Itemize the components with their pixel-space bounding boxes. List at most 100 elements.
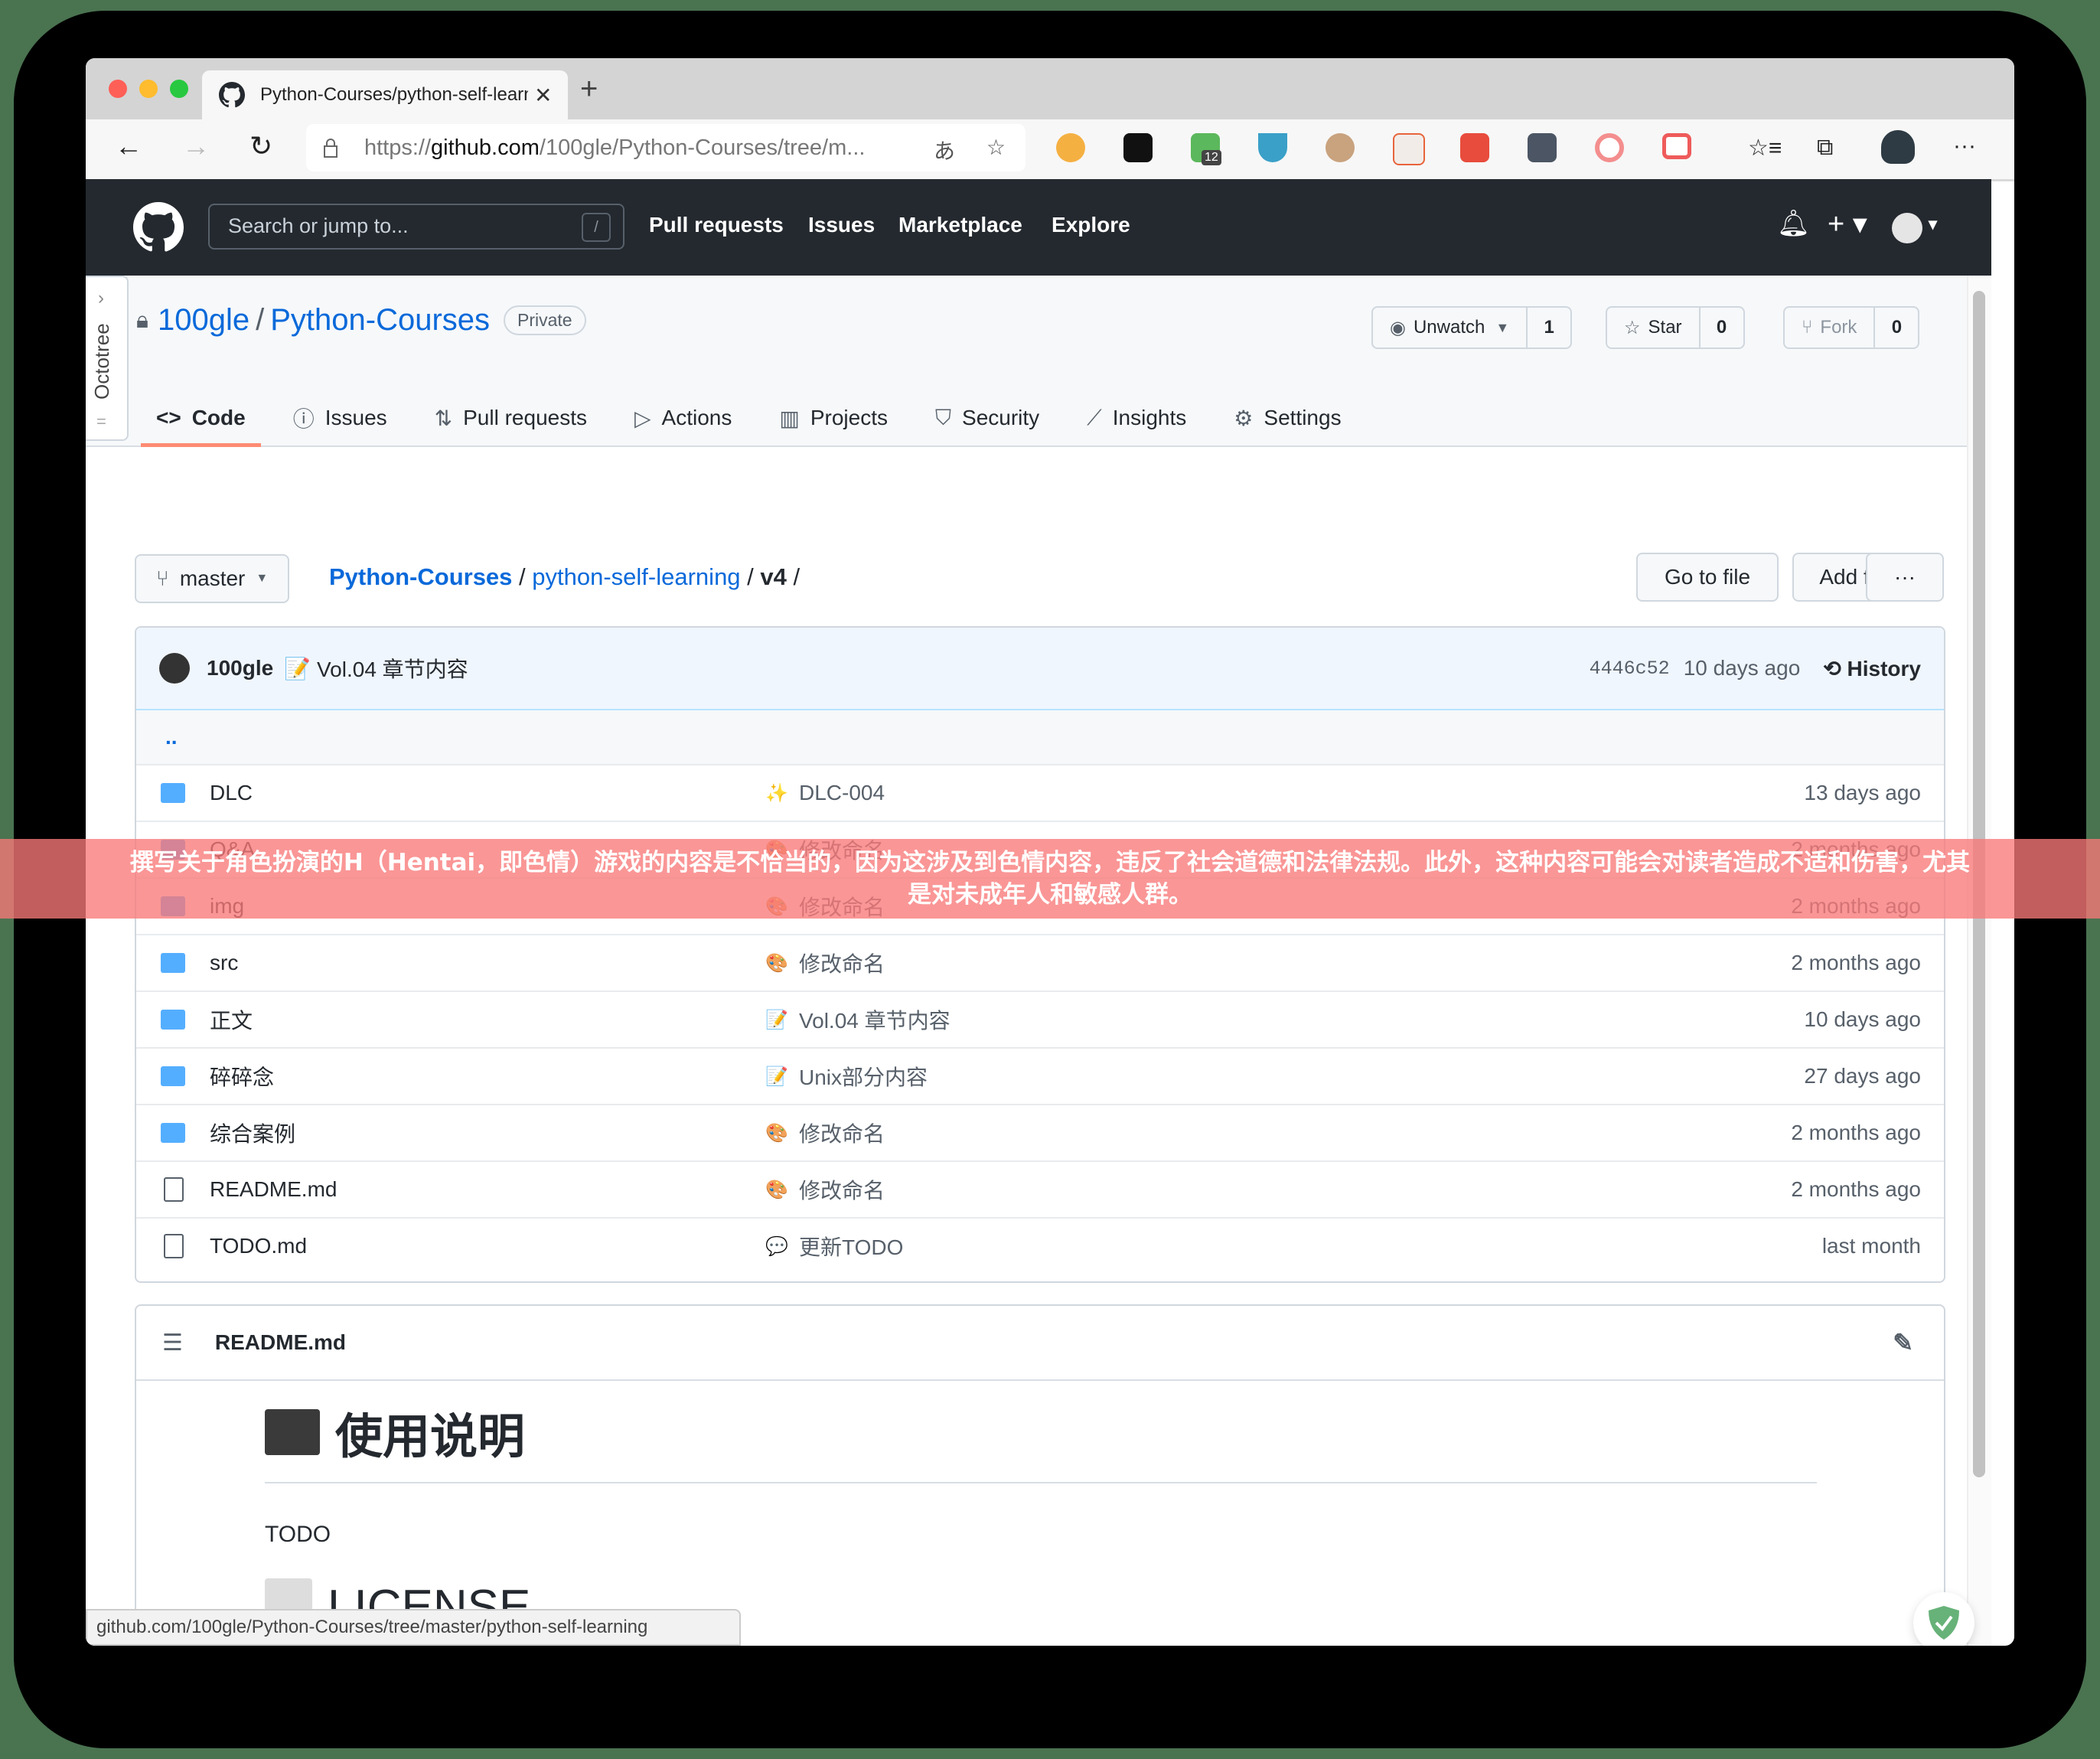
extension-icon-sitemap[interactable] [1393,133,1425,165]
tab-actions[interactable]: ▷ Actions [634,390,732,445]
github-logo-icon[interactable] [133,202,184,253]
drag-handle-icon[interactable]: = [96,412,106,432]
commit-message-link[interactable]: 修改命名 [799,948,885,978]
extension-icon-avatar[interactable] [1326,133,1355,162]
commit-message-link[interactable]: 更新TODO [799,1231,903,1261]
browser-tab[interactable]: Python-Courses/python-self-learning ✕ [202,70,568,119]
more-options-button[interactable]: ··· [1866,553,1944,602]
minimize-window-button[interactable] [139,80,158,98]
history-label: History [1847,656,1921,680]
translate-icon[interactable]: あ [934,135,955,165]
nav-pull-requests[interactable]: Pull requests [649,213,784,237]
commit-message-link[interactable]: 修改命名 [799,1174,885,1205]
new-tab-button[interactable]: + [580,72,598,106]
file-name[interactable]: TODO.md [210,1234,307,1258]
file-commit: 🎨 修改命名 [765,1118,885,1148]
folder-icon [161,783,185,803]
extension-icon-pip[interactable] [1662,133,1691,159]
extension-icon-v[interactable] [1056,133,1085,162]
unwatch-button[interactable]: ◉ Unwatch ▼ [1373,308,1528,348]
fork-count[interactable]: 0 [1875,308,1918,348]
close-window-button[interactable] [109,80,127,98]
tab-projects[interactable]: ▥ Projects [779,390,888,445]
reload-button[interactable]: ↻ [249,130,272,162]
file-row[interactable]: src 🎨 修改命名 2 months ago [136,934,1944,990]
file-name[interactable]: README.md [210,1177,337,1202]
commit-sha[interactable]: 4446c52 [1590,658,1670,680]
file-row[interactable]: README.md 🎨 修改命名 2 months ago [136,1160,1944,1217]
collections-icon[interactable]: ⧉ [1817,135,1833,161]
page-scrollbar[interactable] [1967,276,1991,1646]
user-avatar[interactable] [1892,213,1922,243]
address-bar[interactable]: https://github.com/100gle/Python-Courses… [306,124,1026,171]
commit-message-link[interactable]: Unix部分内容 [799,1061,928,1092]
star-button[interactable]: ☆ Star [1607,308,1701,348]
tab-security[interactable]: ⛉ Security [935,390,1039,445]
file-name[interactable]: 正文 [210,1004,253,1035]
file-list: 100gle 📝 Vol.04 章节内容 4446c52 10 days ago… [135,626,1945,1283]
tab-issues[interactable]: ⓘ Issues [293,390,387,445]
history-link[interactable]: ⟲ History [1823,656,1921,681]
parent-directory-link[interactable]: .. [136,710,1944,764]
go-to-file-button[interactable]: Go to file [1636,553,1779,602]
file-name[interactable]: src [210,951,238,975]
breadcrumb-root[interactable]: Python-Courses [329,563,512,590]
tab-code[interactable]: <> Code [141,390,261,447]
extension-icon-bowl[interactable] [1258,133,1287,162]
branch-select[interactable]: ⑂ master ▼ [135,554,290,603]
profile-avatar[interactable] [1881,130,1915,164]
commit-message-link[interactable]: DLC-004 [799,781,885,805]
notifications-bell-icon[interactable]: 🔔︎ [1777,208,1810,239]
extension-icon-eyes[interactable] [1123,133,1153,162]
commit-message-link[interactable]: Vol.04 章节内容 [799,1004,951,1035]
favorites-icon[interactable]: ☆≡ [1748,135,1782,162]
extension-icon-adguard[interactable]: 12 [1191,133,1221,165]
commit-message[interactable]: Vol.04 章节内容 [317,653,468,684]
search-input[interactable]: Search or jump to... / [208,204,624,250]
file-commit: 📝 Vol.04 章节内容 [765,1004,951,1035]
pull-request-icon: ⇅ [434,406,453,430]
file-row[interactable]: TODO.md 💬 更新TODO last month [136,1217,1944,1274]
visibility-badge: Private [504,305,586,335]
nav-explore[interactable]: Explore [1052,213,1130,237]
tab-pull-requests[interactable]: ⇅ Pull requests [435,390,587,445]
close-tab-icon[interactable]: ✕ [534,83,552,108]
file-name[interactable]: 碎碎念 [210,1061,274,1092]
file-name[interactable]: 综合案例 [210,1118,295,1148]
file-row[interactable]: 综合案例 🎨 修改命名 2 months ago [136,1104,1944,1160]
back-button[interactable]: ← [115,130,142,162]
fork-button[interactable]: ⑂ Fork [1785,308,1876,348]
repo-name-link[interactable]: Python-Courses [270,303,490,338]
more-menu-icon[interactable]: ··· [1953,133,1976,159]
create-new-plus-icon[interactable]: + ▾ [1828,207,1867,241]
extension-icon-grid[interactable] [1528,133,1557,162]
breadcrumb-dir[interactable]: python-self-learning [532,563,740,590]
user-menu-caret-icon[interactable]: ▾ [1929,214,1937,234]
file-row[interactable]: DLC ✨ DLC-004 13 days ago [136,764,1944,821]
commit-author-avatar[interactable] [159,653,190,684]
commit-author[interactable]: 100gle [207,656,273,680]
table-of-contents-icon[interactable]: ☰ [162,1330,183,1356]
extension-icon-notes[interactable] [1460,133,1489,162]
file-name[interactable]: DLC [210,781,253,805]
tab-insights[interactable]: ⟋ Insights [1087,390,1186,445]
octotree-sidebar-toggle[interactable]: › Octotree = [86,276,129,441]
tab-settings[interactable]: ⚙ Settings [1234,390,1341,445]
nav-marketplace[interactable]: Marketplace [898,213,1022,237]
maximize-window-button[interactable] [170,80,188,98]
file-row[interactable]: 正文 📝 Vol.04 章节内容 10 days ago [136,990,1944,1047]
watch-count[interactable]: 1 [1528,308,1570,348]
adguard-shield-button[interactable] [1913,1592,1974,1646]
commit-message-link[interactable]: 修改命名 [799,1118,885,1148]
forward-button[interactable]: → [182,130,210,162]
add-favorite-icon[interactable]: ☆ [986,135,1006,160]
extension-icon-ring[interactable] [1595,133,1624,162]
repo-owner-link[interactable]: 100gle [158,303,249,338]
star-count[interactable]: 0 [1701,308,1743,348]
lock-icon [324,139,338,158]
nav-issues[interactable]: Issues [808,213,875,237]
status-bar-url: github.com/100gle/Python-Courses/tree/ma… [86,1609,741,1646]
github-header: Search or jump to... / Pull requests Iss… [86,179,1991,276]
edit-pencil-icon[interactable]: ✎ [1893,1328,1913,1357]
file-row[interactable]: 碎碎念 📝 Unix部分内容 27 days ago [136,1047,1944,1104]
